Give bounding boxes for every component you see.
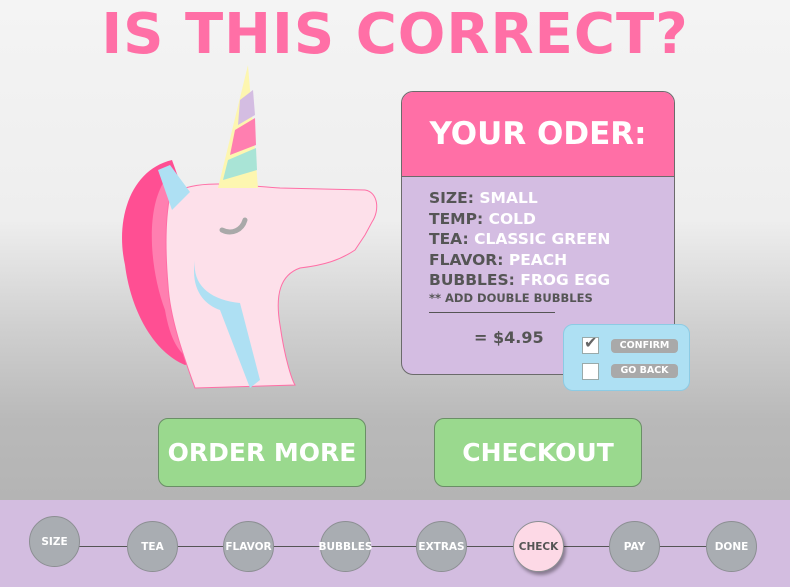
checkbox-icon: ✔ [584, 333, 598, 352]
step-bubbles[interactable]: BUBBLES [319, 521, 372, 572]
unicorn-illustration [122, 65, 378, 389]
order-line-value: FROG EGG [520, 271, 611, 289]
order-header: YOUR ODER: [402, 92, 674, 177]
order-line-flavor: FLAVOR: PEACH [429, 250, 610, 271]
progress-steps-bar [0, 500, 790, 587]
confirm-checkbox[interactable]: ✔ [582, 333, 599, 354]
order-divider [429, 312, 555, 313]
order-lines: SIZE: SMALL TEMP: COLD TEA: CLASSIC GREE… [429, 188, 610, 305]
order-line-value: COLD [488, 209, 536, 228]
checkout-button[interactable]: CHECKOUT [434, 418, 642, 487]
order-line-value: PEACH [508, 250, 568, 269]
order-more-button[interactable]: ORDER MORE [158, 418, 366, 487]
step-check[interactable]: CHECK [513, 521, 564, 572]
step-done[interactable]: DONE [706, 521, 757, 572]
order-line-label: FLAVOR: [429, 250, 504, 269]
step-tea[interactable]: TEA [127, 521, 178, 572]
step-size[interactable]: SIZE [29, 516, 80, 567]
order-line-label: TEA: [429, 230, 469, 248]
order-line-value: SMALL [479, 189, 538, 207]
order-line-label: BUBBLES: [429, 271, 515, 289]
order-line-bubbles: BUBBLES: FROG EGG [429, 270, 610, 291]
order-line-label: TEMP: [429, 209, 484, 228]
order-header-title: YOUR ODER: [429, 116, 647, 152]
order-total: = $4.95 [474, 328, 544, 347]
step-flavor[interactable]: FLAVOR [223, 521, 274, 572]
step-pay[interactable]: PAY [609, 521, 660, 572]
order-line-value: CLASSIC GREEN [474, 230, 611, 248]
page-title: IS THIS CORRECT? [101, 2, 689, 67]
confirm-panel: ✔ CONFIRM GO BACK [563, 324, 690, 391]
order-line-size: SIZE: SMALL [429, 188, 610, 209]
go-back-button[interactable]: GO BACK [611, 364, 678, 378]
order-line-label: SIZE: [429, 189, 474, 207]
order-line-tea: TEA: CLASSIC GREEN [429, 229, 610, 250]
confirm-button[interactable]: CONFIRM [611, 339, 678, 353]
order-note: ** ADD DOUBLE BUBBLES [429, 290, 593, 305]
step-extras[interactable]: EXTRAS [416, 521, 467, 572]
order-line-temp: TEMP: COLD [429, 209, 610, 230]
go-back-checkbox[interactable] [582, 363, 599, 380]
